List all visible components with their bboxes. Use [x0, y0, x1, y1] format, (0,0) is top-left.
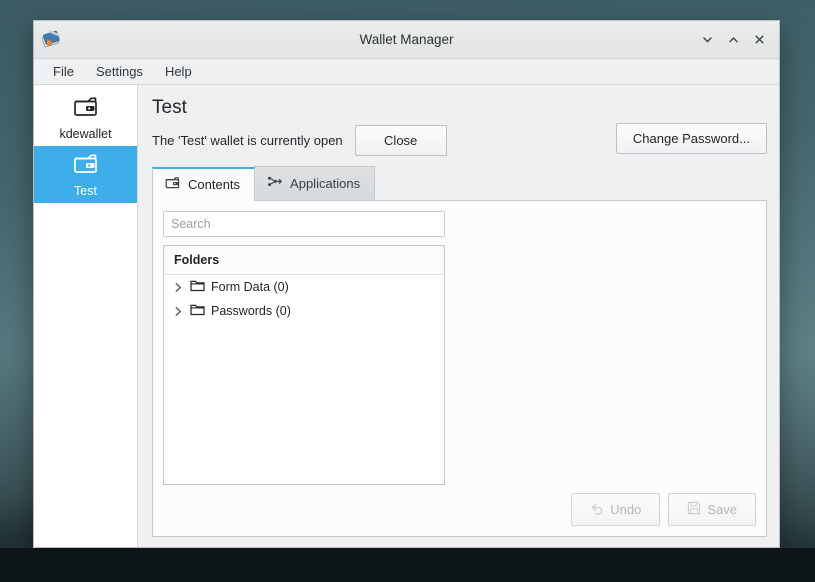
list-item-label: Form Data (0) [211, 280, 289, 294]
close-wallet-button[interactable]: Close [355, 125, 447, 156]
close-icon [753, 33, 766, 46]
chevron-up-icon [727, 33, 740, 46]
desktop-background: Wallet Manager [0, 0, 815, 582]
search-input[interactable] [163, 211, 445, 237]
save-button[interactable]: Save [668, 493, 756, 526]
folder-icon [190, 279, 205, 295]
wallet-icon [72, 152, 99, 181]
wallet-status-text: The 'Test' wallet is currently open [152, 133, 343, 148]
sidebar-item-label: Test [74, 184, 97, 198]
wallet-icon [72, 95, 99, 124]
sidebar-item-kdewallet[interactable]: kdewallet [34, 89, 137, 146]
menu-help[interactable]: Help [154, 61, 203, 82]
floppy-disk-icon [687, 501, 701, 518]
folder-icon [190, 303, 205, 319]
contents-tab-panel: Folders [152, 200, 767, 537]
tab-label: Applications [290, 176, 360, 191]
minimize-button[interactable] [695, 28, 719, 52]
undo-arrow-icon [590, 502, 604, 518]
tab-contents[interactable]: Contents [152, 167, 255, 201]
menu-settings[interactable]: Settings [85, 61, 154, 82]
window-body: kdewallet Test [34, 85, 779, 547]
undo-button[interactable]: Undo [571, 493, 660, 526]
sidebar-item-test[interactable]: Test [34, 146, 137, 203]
close-button[interactable] [747, 28, 771, 52]
folders-header: Folders [164, 246, 444, 275]
applications-nodes-icon [267, 175, 283, 192]
chevron-right-icon[interactable] [172, 306, 184, 317]
list-item[interactable]: Form Data (0) [164, 275, 444, 299]
list-item[interactable]: Passwords (0) [164, 299, 444, 323]
header-row: Test The 'Test' wallet is currently open… [148, 95, 767, 166]
folders-panel: Folders [163, 245, 445, 485]
tab-bar: Contents [148, 166, 767, 200]
window-title: Wallet Manager [34, 32, 779, 47]
tab-label: Contents [188, 177, 240, 192]
menu-file[interactable]: File [42, 61, 85, 82]
chevron-down-icon [701, 33, 714, 46]
undo-button-label: Undo [610, 502, 641, 517]
chevron-right-icon[interactable] [172, 282, 184, 293]
menu-bar: File Settings Help [34, 59, 779, 85]
change-password-button[interactable]: Change Password... [616, 123, 767, 154]
list-item-label: Passwords (0) [211, 304, 291, 318]
page-title: Test [148, 95, 616, 125]
tab-applications[interactable]: Applications [254, 166, 375, 200]
title-bar: Wallet Manager [34, 21, 779, 59]
sidebar-item-label: kdewallet [59, 127, 111, 141]
panel-footer: Undo Save [163, 485, 756, 526]
wallet-contents-icon [165, 176, 181, 193]
maximize-button[interactable] [721, 28, 745, 52]
main-content: Test The 'Test' wallet is currently open… [138, 85, 779, 547]
save-button-label: Save [707, 502, 737, 517]
contents-panel-inner: Folders [163, 211, 756, 526]
wallet-status-row: The 'Test' wallet is currently open Clos… [148, 125, 616, 166]
wallet-sidebar: kdewallet Test [34, 85, 138, 547]
wallet-manager-window: Wallet Manager [33, 20, 780, 548]
wallet-cards-icon [40, 29, 62, 51]
window-controls [695, 28, 771, 52]
